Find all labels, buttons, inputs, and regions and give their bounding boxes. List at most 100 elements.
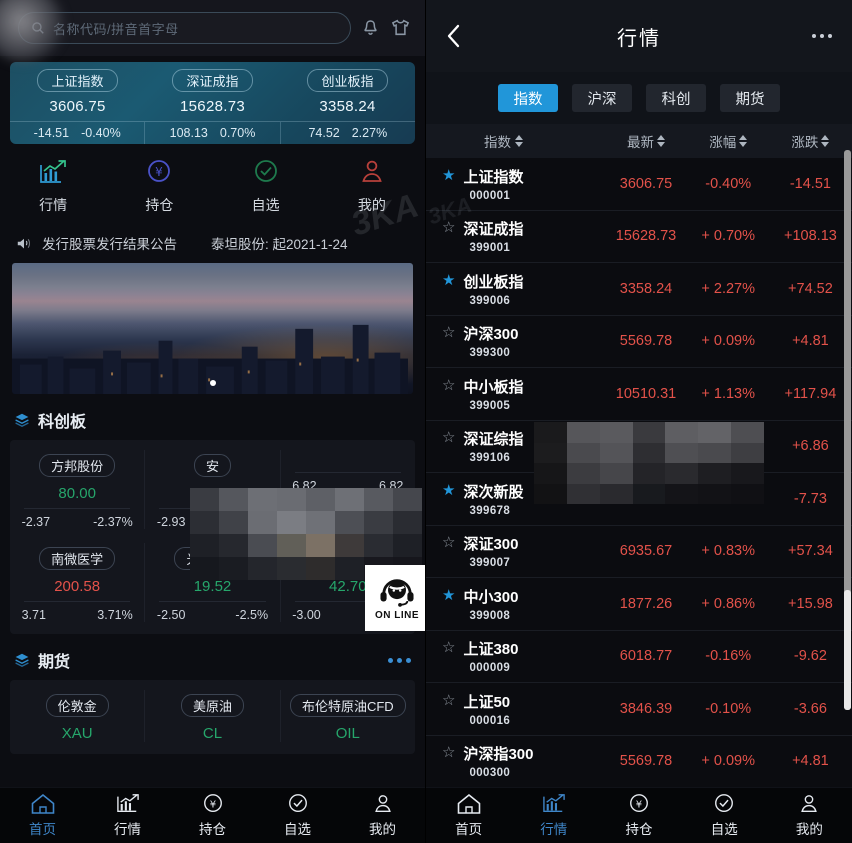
- online-badge-label: ON LINE: [374, 610, 420, 621]
- table-row[interactable]: ★ 深次新股 399678 94.52 -0.64% -7.73: [426, 473, 852, 526]
- tabbar-item-wode[interactable]: 我的: [340, 793, 425, 838]
- favorite-star-icon[interactable]: ☆: [442, 745, 455, 760]
- column-header-chg[interactable]: 涨跌: [769, 131, 851, 151]
- left-scroll-area[interactable]: 名称代码/拼音首字母 上证指数 3606.75 深证成指 15628.73 创业…: [0, 0, 425, 787]
- tabbar-item-zixuan[interactable]: 自选: [255, 793, 340, 838]
- table-row[interactable]: ☆ 中小板指 399005 10510.31 + 1.13% +117.94: [426, 368, 852, 421]
- column-header-last[interactable]: 最新: [605, 131, 687, 151]
- tabbar-item-hangqing[interactable]: 行情: [85, 793, 170, 838]
- tabbar-item-home[interactable]: 首页: [426, 793, 511, 838]
- stock-card[interactable]: 安 347 -2.93 -2.93%: [144, 450, 279, 529]
- stock-card[interactable]: 南微医学 200.58 3.71 3.71%: [10, 543, 144, 622]
- row-name-cell[interactable]: ☆ 深证综指 399106: [426, 428, 605, 464]
- table-row[interactable]: ★ 创业板指 399006 3358.24 + 2.27% +74.52: [426, 263, 852, 316]
- table-row[interactable]: ☆ 沪深300 399300 5569.78 + 0.09% +4.81: [426, 316, 852, 368]
- table-row[interactable]: ☆ 深证300 399007 6935.67 + 0.83% +57.34: [426, 526, 852, 578]
- bell-icon[interactable]: [361, 18, 380, 38]
- favorite-star-icon[interactable]: ★: [442, 588, 455, 603]
- table-row[interactable]: ☆ 上证50 000016 3846.39 -0.10% -3.66: [426, 683, 852, 736]
- row-name-cell[interactable]: ☆ 深证300 399007: [426, 533, 605, 569]
- favorite-star-icon[interactable]: ☆: [442, 378, 455, 393]
- headset-operator-icon: [380, 579, 414, 607]
- index-summary-card[interactable]: 上证指数 3606.75 深证成指 15628.73 创业板指 3358.24 …: [10, 62, 415, 144]
- carousel-dot[interactable]: [209, 380, 216, 386]
- column-header-index[interactable]: 指数: [426, 131, 605, 151]
- row-chg: -9.62: [793, 648, 827, 665]
- row-index-name: 上证50: [463, 693, 511, 711]
- announcement-detail: 泰坦股份: 起2021-1-24: [211, 237, 348, 252]
- tab-qihuo[interactable]: 期货: [720, 84, 780, 112]
- chevron-left-icon[interactable]: [446, 23, 462, 49]
- tab-kechuang[interactable]: 科创: [646, 84, 706, 112]
- stock-change-row: 3.71 3.71%: [22, 608, 133, 622]
- online-service-badge[interactable]: ON LINE: [365, 565, 425, 631]
- row-pct: + 2.27%: [701, 280, 756, 297]
- scrollbar-thumb[interactable]: [844, 590, 851, 710]
- vertical-scrollbar[interactable]: [844, 150, 851, 710]
- row-chg: +57.34: [788, 543, 833, 560]
- favorite-star-icon[interactable]: ★: [442, 483, 455, 498]
- row-index-code: 399005: [469, 399, 511, 412]
- row-index-code: 000009: [469, 662, 511, 675]
- tabbar-item-zixuan[interactable]: 自选: [682, 793, 767, 838]
- row-name-cell[interactable]: ☆ 沪深300 399300: [426, 323, 605, 359]
- row-name-cell[interactable]: ☆ 上证380 000009: [426, 638, 605, 674]
- quick-nav-item-zixuan[interactable]: 自选: [213, 158, 319, 215]
- favorite-star-icon[interactable]: ☆: [442, 693, 455, 708]
- futures-card[interactable]: 美原油 CL: [144, 690, 279, 742]
- ellipsis-icon[interactable]: [812, 34, 832, 38]
- tabbar-item-wode[interactable]: 我的: [767, 793, 852, 838]
- favorite-star-icon[interactable]: ☆: [442, 535, 455, 550]
- quick-nav-item-chicang[interactable]: ¥ 持仓: [106, 158, 212, 215]
- tabbar-item-hangqing[interactable]: 行情: [511, 793, 596, 838]
- stock-card[interactable]: 光峰科技 19.52 -2.50 -2.5%: [144, 543, 279, 622]
- layers-icon: [15, 653, 29, 667]
- column-header-pct[interactable]: 涨幅: [687, 131, 769, 151]
- table-row[interactable]: ☆ 沪深指300 000300 5569.78 + 0.09% +4.81: [426, 736, 852, 788]
- stock-card[interactable]: 方邦股份 80.00 -2.37 -2.37%: [10, 450, 144, 529]
- tab-hushen[interactable]: 沪深: [572, 84, 632, 112]
- row-name-cell[interactable]: ★ 创业板指 399006: [426, 271, 605, 307]
- quick-nav-item-hangqing[interactable]: 行情: [0, 158, 106, 215]
- promo-banner-carousel[interactable]: [12, 263, 413, 394]
- tabbar-item-chicang[interactable]: ¥ 持仓: [596, 793, 681, 838]
- tabbar-item-chicang[interactable]: ¥ 持仓: [170, 793, 255, 838]
- table-row[interactable]: ☆ 上证380 000009 6018.77 -0.16% -9.62: [426, 631, 852, 683]
- announcement-bar[interactable]: 发行股票发行结果公告 泰坦股份: 起2021-1-24: [0, 225, 425, 263]
- row-name-cell[interactable]: ☆ 沪深指300 000300: [426, 743, 605, 779]
- favorite-star-icon[interactable]: ☆: [442, 640, 455, 655]
- table-row[interactable]: ★ 上证指数 000001 3606.75 -0.40% -14.51: [426, 158, 852, 211]
- stock-card[interactable]: 6.82 6.82: [279, 450, 415, 529]
- row-name-cell[interactable]: ★ 上证指数 000001: [426, 166, 605, 202]
- futures-card[interactable]: 伦敦金 XAU: [10, 690, 144, 742]
- table-row[interactable]: ☆ 深证综指 399106 +6.86: [426, 421, 852, 473]
- favorite-star-icon[interactable]: ★: [442, 168, 455, 183]
- row-name-cell[interactable]: ☆ 中小板指 399005: [426, 376, 605, 412]
- favorite-star-icon[interactable]: ★: [442, 273, 455, 288]
- row-name-cell[interactable]: ★ 深次新股 399678: [426, 481, 605, 517]
- tabbar-label: 行情: [114, 822, 141, 837]
- shirt-icon[interactable]: [390, 18, 411, 38]
- row-name-cell[interactable]: ★ 中小300 399008: [426, 586, 605, 622]
- dual-phone-screenshot: 名称代码/拼音首字母 上证指数 3606.75 深证成指 15628.73 创业…: [0, 0, 852, 843]
- table-row[interactable]: ★ 中小300 399008 1877.26 + 0.86% +15.98: [426, 578, 852, 631]
- quick-nav-item-wode[interactable]: 我的: [319, 158, 425, 215]
- row-name-cell[interactable]: ☆ 上证50 000016: [426, 691, 605, 727]
- stock-name: [336, 454, 360, 458]
- section-more-button[interactable]: [388, 657, 411, 663]
- tabbar-item-home[interactable]: 首页: [0, 793, 85, 838]
- row-pct: -0.10%: [705, 700, 752, 717]
- futures-name: 布伦特原油CFD: [289, 694, 406, 717]
- futures-card[interactable]: 布伦特原油CFD OIL: [279, 690, 415, 742]
- search-input[interactable]: 名称代码/拼音首字母: [18, 12, 351, 44]
- index-value: 15628.73: [180, 98, 245, 115]
- favorite-star-icon[interactable]: ☆: [442, 430, 455, 445]
- quote-table[interactable]: ★ 上证指数 000001 3606.75 -0.40% -14.51 ☆ 深证成…: [426, 158, 852, 787]
- tab-zhishu[interactable]: 指数: [498, 84, 558, 112]
- row-chg: +74.52: [788, 280, 833, 297]
- column-label: 涨跌: [791, 135, 819, 150]
- table-row[interactable]: ☆ 深证成指 399001 15628.73 + 0.70% +108.13: [426, 211, 852, 263]
- row-name-cell[interactable]: ☆ 深证成指 399001: [426, 218, 605, 254]
- favorite-star-icon[interactable]: ☆: [442, 325, 455, 340]
- favorite-star-icon[interactable]: ☆: [442, 220, 455, 235]
